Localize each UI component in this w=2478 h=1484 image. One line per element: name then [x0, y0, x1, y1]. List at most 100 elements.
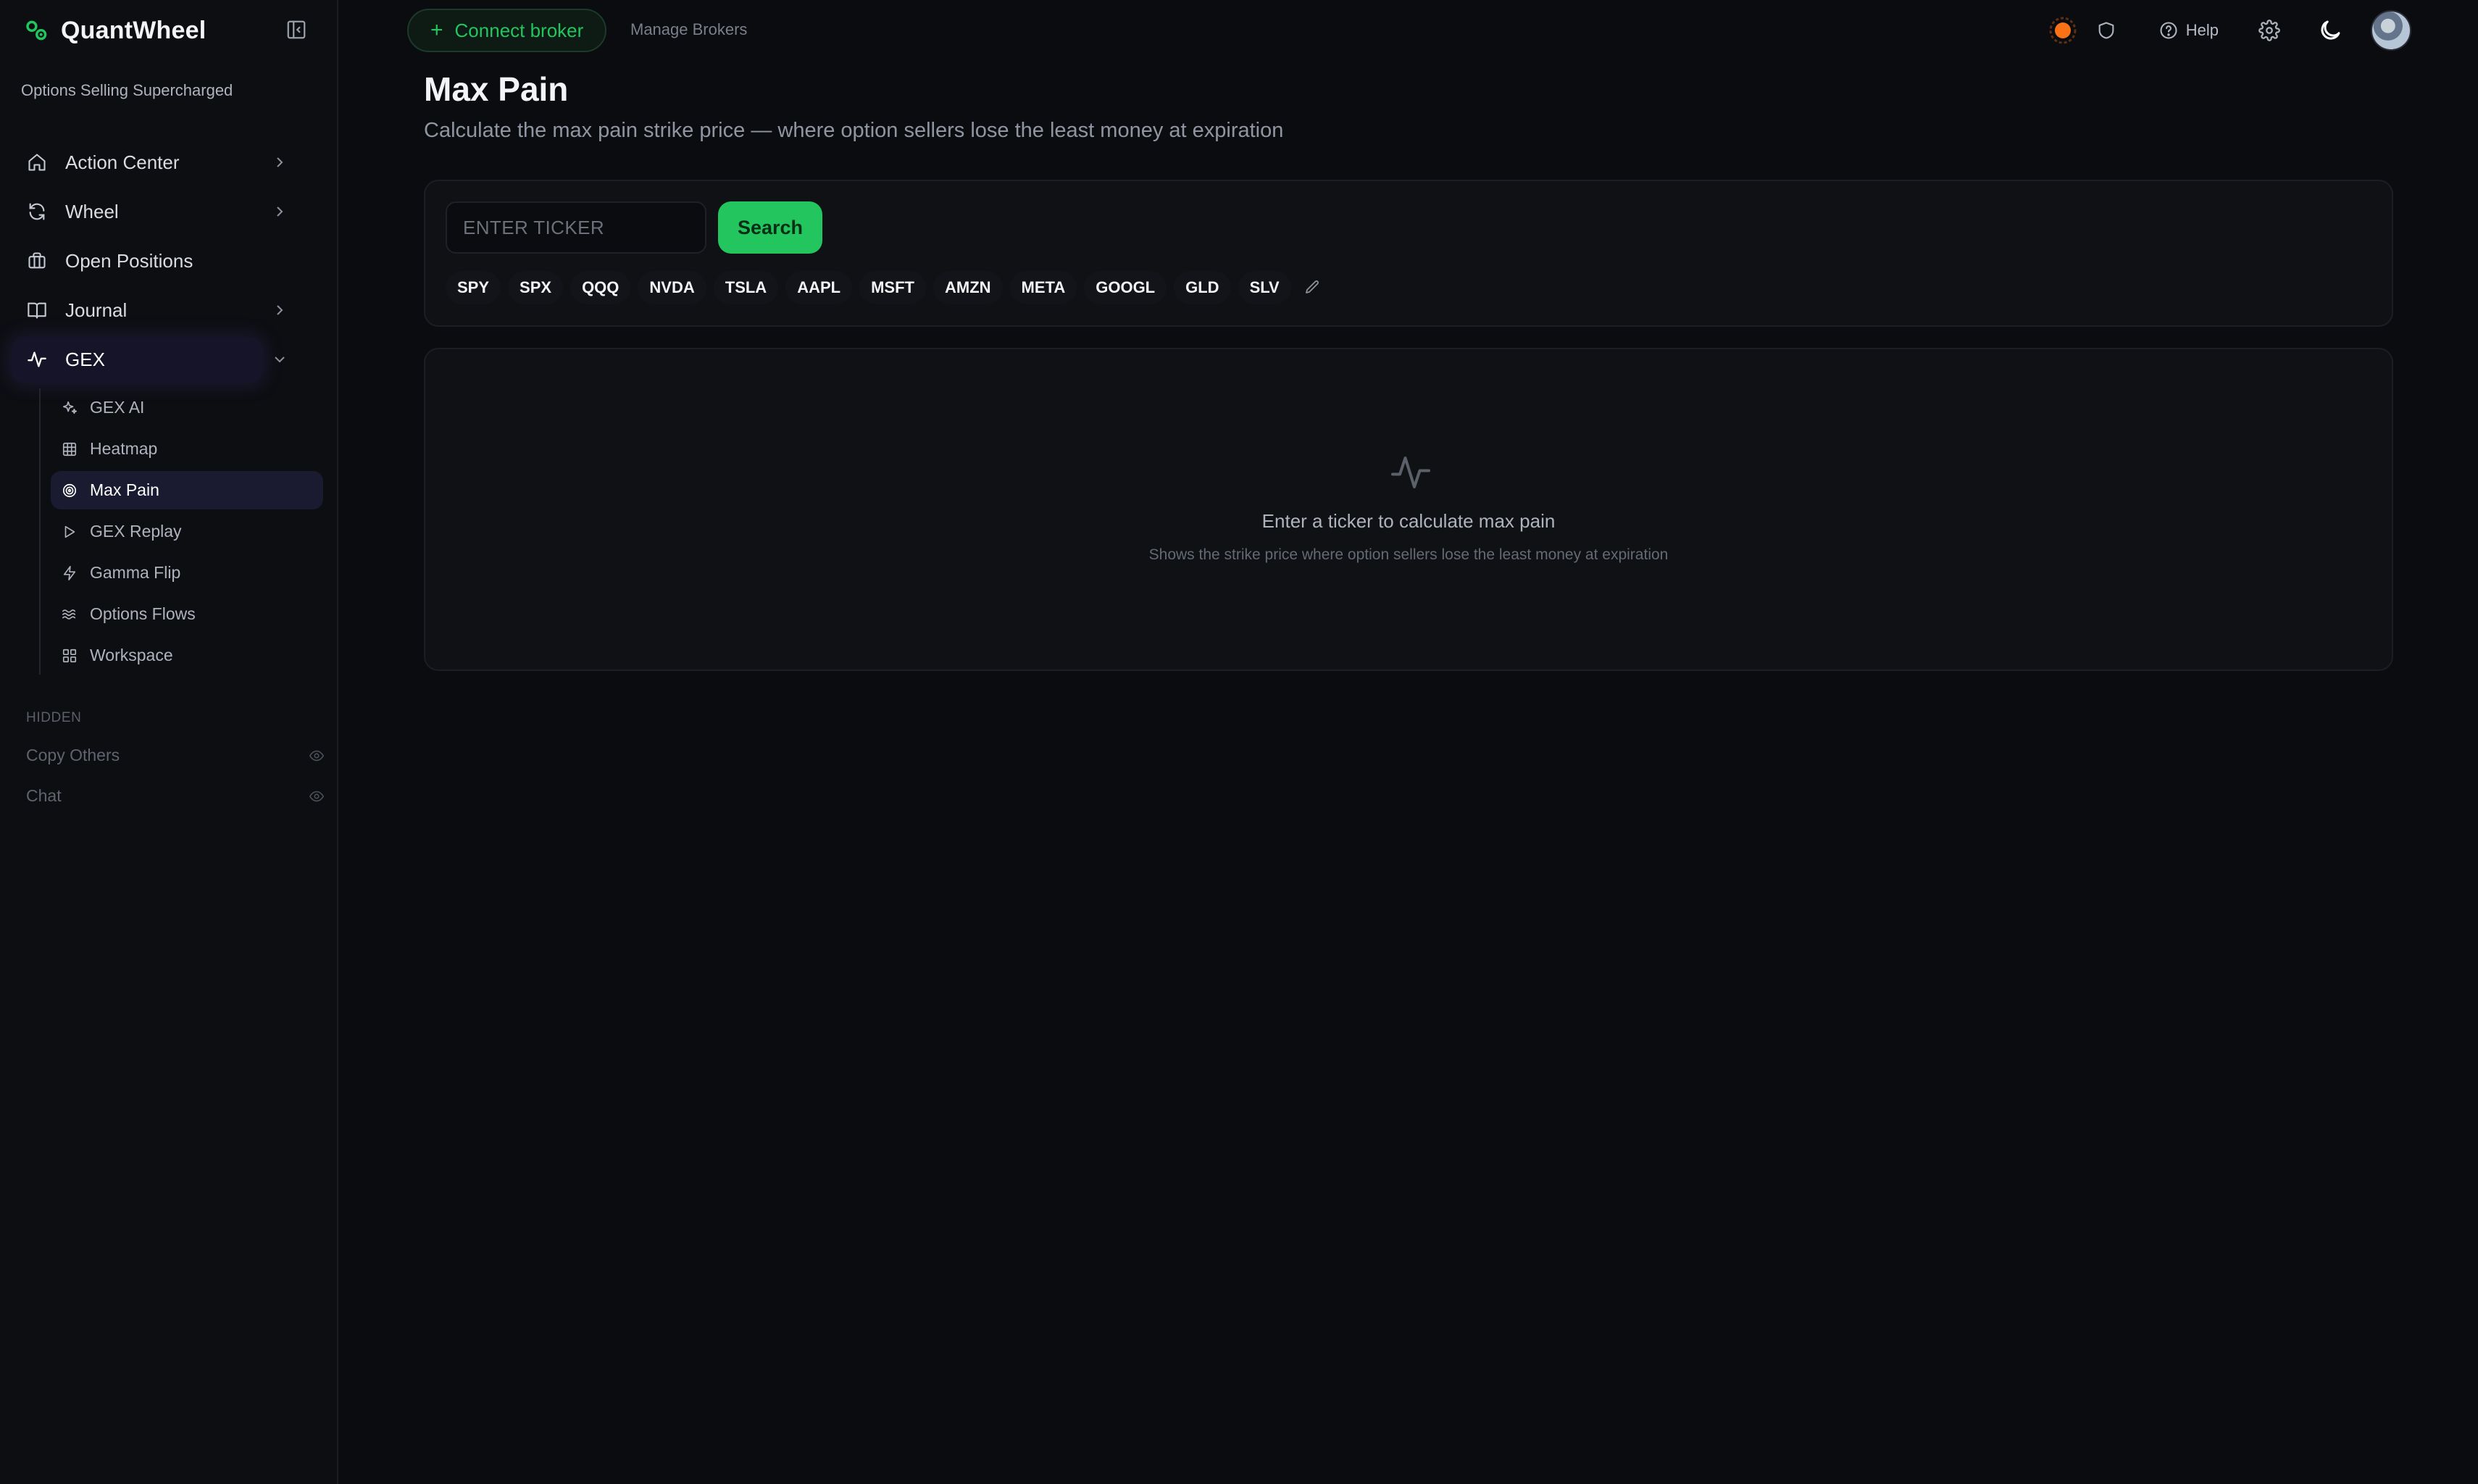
- eye-icon[interactable]: [309, 788, 325, 804]
- nav-item-label: GEX: [65, 348, 105, 370]
- ticker-chip[interactable]: AMZN: [933, 271, 1003, 304]
- nav-item-wheel[interactable]: Wheel: [12, 187, 323, 236]
- moon-icon: [2321, 20, 2340, 40]
- home-icon: [26, 151, 48, 173]
- quick-ticker-list: SPY SPX QQQ NVDA TSLA AAPL MSFT AMZN MET…: [446, 271, 1323, 304]
- max-pain-result-card: Enter a ticker to calculate max pain Sho…: [424, 348, 2393, 671]
- brand[interactable]: QuantWheel: [25, 14, 206, 46]
- ticker-chip[interactable]: QQQ: [570, 271, 631, 304]
- ticker-chip[interactable]: TSLA: [713, 271, 779, 304]
- sidebar: QuantWheel Options Selling Supercharged …: [0, 0, 338, 1484]
- ticker-chip[interactable]: SPX: [508, 271, 564, 304]
- help-label: Help: [2185, 21, 2219, 39]
- ticker-search-card: Search SPY SPX QQQ NVDA TSLA AAPL MSFT A…: [424, 180, 2393, 327]
- subnav-item-label: GEX Replay: [90, 522, 182, 541]
- security-button[interactable]: [2092, 16, 2121, 45]
- chevron-right-icon: [277, 305, 283, 315]
- subnav-item-heatmap[interactable]: Heatmap: [51, 430, 323, 468]
- subnav-item-gex-replay[interactable]: GEX Replay: [51, 512, 323, 551]
- subnav-item-label: GEX AI: [90, 398, 145, 417]
- subnav-item-label: Options Flows: [90, 604, 196, 623]
- ticker-chip[interactable]: SLV: [1238, 271, 1291, 304]
- empty-state-description: Shows the strike price where option sell…: [1148, 546, 1669, 563]
- topbar: + Connect broker Manage Brokers Help: [338, 0, 2478, 61]
- subnav-item-gamma-flip[interactable]: Gamma Flip: [51, 554, 323, 592]
- activity-icon: [1391, 457, 1430, 488]
- nav-item-label: Open Positions: [65, 249, 193, 272]
- hidden-item-chat[interactable]: Chat: [26, 775, 325, 816]
- help-circle-icon: [2160, 22, 2177, 39]
- ticker-chip[interactable]: SPY: [446, 271, 501, 304]
- nav-item-action-center[interactable]: Action Center: [12, 138, 323, 187]
- hidden-section: HIDDEN Copy Others Chat: [26, 710, 325, 816]
- sidebar-toggle-icon: [287, 20, 306, 39]
- search-button[interactable]: Search: [718, 201, 822, 254]
- theme-toggle-button[interactable]: [2316, 16, 2345, 45]
- ticker-input[interactable]: [446, 201, 706, 254]
- hidden-section-title: HIDDEN: [26, 710, 82, 725]
- play-icon: [61, 523, 78, 541]
- pencil-icon: [1305, 280, 1319, 293]
- subnav-item-options-flows[interactable]: Options Flows: [51, 595, 323, 633]
- page-title: Max Pain: [424, 70, 569, 108]
- connect-broker-button[interactable]: + Connect broker: [407, 9, 607, 52]
- nav-item-label: Action Center: [65, 151, 180, 173]
- hidden-item-label: Chat: [26, 785, 62, 805]
- ticker-chip[interactable]: GOOGL: [1084, 271, 1167, 304]
- zap-icon: [61, 564, 78, 582]
- shield-icon: [2098, 22, 2114, 39]
- subnav-item-workspace[interactable]: Workspace: [51, 636, 323, 675]
- ticker-chip[interactable]: MSFT: [859, 271, 926, 304]
- subnav-item-label: Max Pain: [90, 480, 159, 499]
- chevron-right-icon: [277, 157, 283, 167]
- refresh-icon: [26, 201, 48, 222]
- waves-icon: [61, 606, 78, 623]
- topbar-actions: Help: [2048, 10, 2411, 51]
- target-icon: [61, 482, 78, 499]
- plus-icon: +: [430, 18, 443, 42]
- ticker-chip[interactable]: GLD: [1174, 271, 1231, 304]
- chevron-right-icon: [277, 207, 283, 217]
- hidden-item-label: Copy Others: [26, 745, 120, 764]
- eye-icon[interactable]: [309, 748, 325, 764]
- main-content: Max Pain Calculate the max pain strike p…: [338, 61, 2478, 1484]
- empty-state-title: Enter a ticker to calculate max pain: [1261, 510, 1556, 532]
- nav-item-gex[interactable]: GEX: [12, 335, 323, 384]
- nav-item-label: Journal: [65, 299, 128, 321]
- connect-broker-label: Connect broker: [454, 19, 584, 41]
- nav-item-open-positions[interactable]: Open Positions: [12, 236, 323, 285]
- layout-grid-icon: [61, 647, 78, 664]
- app-root: QuantWheel Options Selling Supercharged …: [0, 0, 2478, 1484]
- page-subtitle: Calculate the max pain strike price — wh…: [424, 119, 1284, 142]
- subnav-item-label: Gamma Flip: [90, 563, 181, 582]
- settings-button[interactable]: [2255, 16, 2284, 45]
- ticker-chip[interactable]: AAPL: [785, 271, 853, 304]
- gex-subnav: GEX AI Heatmap Max Pain GEX Replay Gamma…: [39, 388, 323, 675]
- help-button[interactable]: Help: [2158, 20, 2219, 41]
- app-name: QuantWheel: [61, 16, 206, 44]
- subnav-item-max-pain[interactable]: Max Pain: [51, 471, 323, 509]
- grid-icon: [61, 441, 78, 458]
- book-icon: [26, 299, 48, 321]
- active-highlight: [12, 338, 262, 383]
- sparkles-icon: [61, 399, 78, 417]
- nav-item-journal[interactable]: Journal: [12, 285, 323, 335]
- subnav-item-gex-ai[interactable]: GEX AI: [51, 388, 323, 427]
- ticker-chip[interactable]: META: [1009, 271, 1077, 304]
- gear-icon: [2258, 20, 2280, 41]
- avatar[interactable]: [2371, 10, 2411, 51]
- subnav-item-label: Workspace: [90, 646, 173, 664]
- quantwheel-logo-icon: [26, 20, 47, 41]
- collapse-sidebar-button[interactable]: [284, 17, 309, 42]
- status-dot-icon: [2049, 17, 2077, 44]
- manage-brokers-link[interactable]: Manage Brokers: [630, 20, 747, 39]
- main-nav: Action Center Wheel Open Positions Journ…: [12, 138, 323, 675]
- briefcase-icon: [26, 250, 48, 272]
- chevron-down-icon: [275, 357, 285, 363]
- hidden-item-copy-others[interactable]: Copy Others: [26, 735, 325, 775]
- activity-icon: [26, 349, 48, 370]
- subnav-item-label: Heatmap: [90, 439, 158, 458]
- ticker-chip[interactable]: NVDA: [638, 271, 706, 304]
- status-indicator[interactable]: [2048, 16, 2077, 45]
- edit-tickers-button[interactable]: [1301, 277, 1323, 299]
